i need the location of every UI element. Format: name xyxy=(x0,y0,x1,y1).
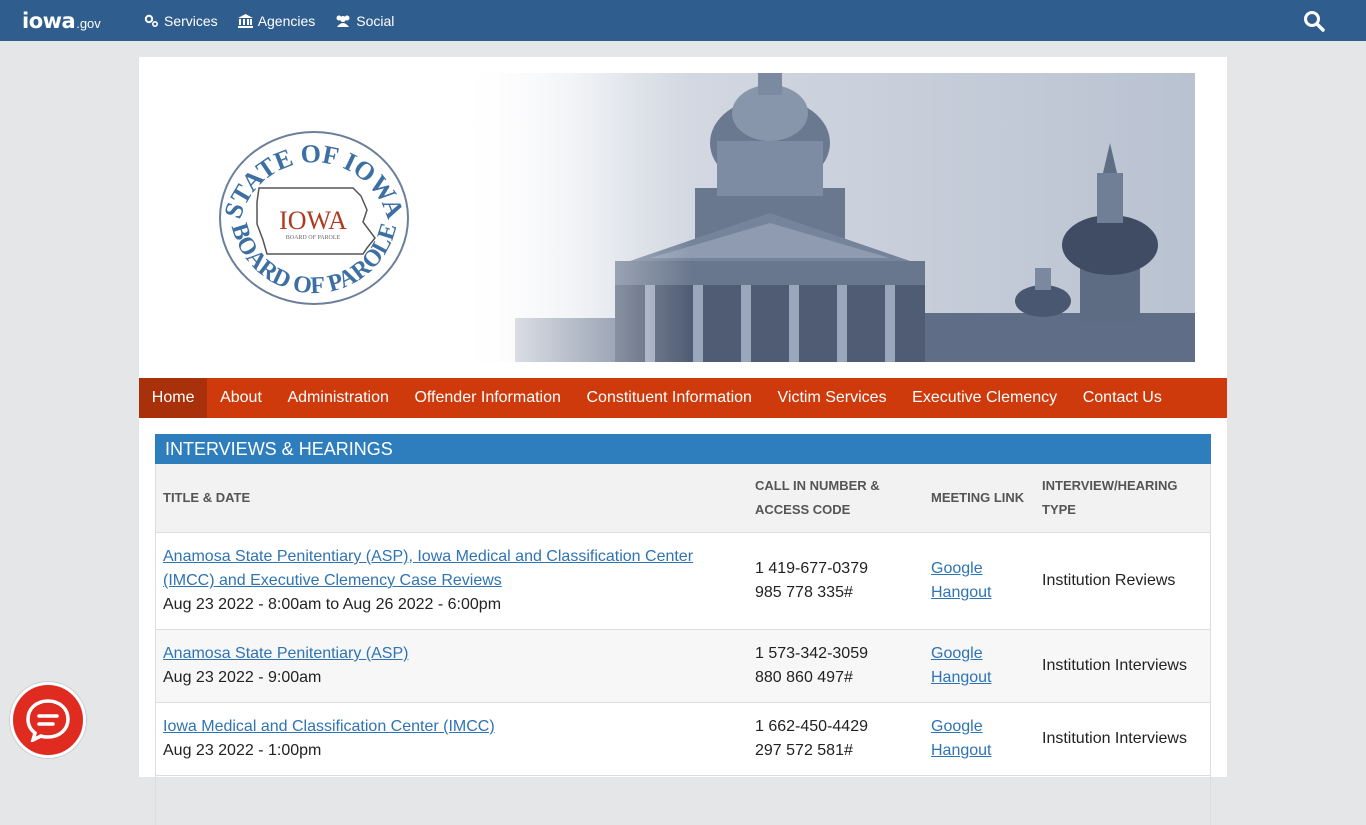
meeting-link[interactable]: Google Hangout xyxy=(931,718,992,759)
access-code: 297 572 581# xyxy=(755,742,853,759)
chat-icon xyxy=(26,699,70,742)
cell-call-in: 1 419-677-0379 985 778 335# xyxy=(747,532,923,630)
seal-center-text: IOWA xyxy=(279,206,347,235)
hearing-title-link[interactable]: Anamosa State Penitentiary (ASP), Iowa M… xyxy=(163,548,693,589)
section-title: INTERVIEWS & HEARINGS xyxy=(155,434,1211,464)
cell-meeting-link: Google Hangout xyxy=(923,532,1034,630)
call-in-number: 1 662-450-4429 xyxy=(755,718,868,735)
content-card: STATE OF IOWA BOARD OF PAROLE IOWA BOARD… xyxy=(139,57,1227,825)
iowa-gov-logo[interactable]: iowa .gov xyxy=(22,5,101,37)
top-nav-services-label: Services xyxy=(164,12,218,29)
table-row: Anamosa State Penitentiary (ASP), Iowa M… xyxy=(155,532,1211,630)
hearing-type: Institution Interviews xyxy=(1034,629,1211,703)
search-icon[interactable] xyxy=(1303,10,1325,32)
top-nav-agencies[interactable]: Agencies xyxy=(237,12,316,29)
call-in-number: 1 419-677-0379 xyxy=(755,560,868,577)
capitol-building-image xyxy=(455,73,1195,362)
cell-title-date: Anamosa State Penitentiary (ASP) Aug 23 … xyxy=(155,629,747,703)
hearing-date: Aug 23 2022 - 1:00pm xyxy=(163,742,322,759)
hearing-date: Aug 23 2022 - 9:00am xyxy=(163,669,322,686)
column-header-type: INTERVIEW/HEARING TYPE xyxy=(1034,464,1211,533)
access-code: 880 860 497# xyxy=(755,669,853,686)
nav-constituent-information[interactable]: Constituent Information xyxy=(574,378,765,418)
top-bar: iowa .gov Services Agencies Social xyxy=(0,0,1366,41)
nav-victim-services[interactable]: Victim Services xyxy=(765,378,900,418)
meeting-link[interactable]: Google Hangout xyxy=(931,560,992,601)
top-nav-social[interactable]: Social xyxy=(335,13,394,29)
hearings-table: TITLE & DATE CALL IN NUMBER & ACCESS COD… xyxy=(155,464,1211,776)
nav-about[interactable]: About xyxy=(207,378,274,418)
table-row: Iowa Medical and Classification Center (… xyxy=(155,702,1211,776)
header-banner: STATE OF IOWA BOARD OF PAROLE IOWA BOARD… xyxy=(155,73,1195,362)
meeting-link[interactable]: Google Hangout xyxy=(931,645,992,686)
column-header-title-date: TITLE & DATE xyxy=(155,464,747,533)
cell-call-in: 1 573-342-3059 880 860 497# xyxy=(747,629,923,703)
hearing-date: Aug 23 2022 - 8:00am to Aug 26 2022 - 6:… xyxy=(163,596,502,613)
cell-meeting-link: Google Hangout xyxy=(923,702,1034,776)
nav-administration[interactable]: Administration xyxy=(275,378,402,418)
building-icon xyxy=(237,13,253,28)
cell-meeting-link: Google Hangout xyxy=(923,629,1034,703)
gears-icon xyxy=(144,14,159,27)
nav-executive-clemency[interactable]: Executive Clemency xyxy=(899,378,1070,418)
table-header-row: TITLE & DATE CALL IN NUMBER & ACCESS COD… xyxy=(155,464,1211,533)
nav-offender-information[interactable]: Offender Information xyxy=(402,378,574,418)
main-nav: Home About Administration Offender Infor… xyxy=(139,378,1227,418)
top-nav: Services Agencies Social xyxy=(144,0,414,41)
call-in-number: 1 573-342-3059 xyxy=(755,645,868,662)
top-nav-social-label: Social xyxy=(356,12,395,29)
cell-title-date: Iowa Medical and Classification Center (… xyxy=(155,702,747,776)
hearing-title-link[interactable]: Iowa Medical and Classification Center (… xyxy=(163,718,495,735)
hearing-type: Institution Reviews xyxy=(1034,532,1211,630)
nav-contact-us[interactable]: Contact Us xyxy=(1070,378,1175,418)
top-nav-services[interactable]: Services xyxy=(144,13,218,29)
hearing-type: Institution Interviews xyxy=(1034,702,1211,776)
top-nav-agencies-label: Agencies xyxy=(257,12,316,29)
seal-small-text: BOARD OF PAROLE xyxy=(286,235,341,241)
table-row: Anamosa State Penitentiary (ASP) Aug 23 … xyxy=(155,629,1211,703)
cell-call-in: 1 662-450-4429 297 572 581# xyxy=(747,702,923,776)
chat-button[interactable] xyxy=(10,682,86,758)
access-code: 985 778 335# xyxy=(755,584,853,601)
logo-word: iowa xyxy=(22,9,76,33)
column-header-meeting-link: MEETING LINK xyxy=(923,464,1034,533)
nav-home[interactable]: Home xyxy=(139,378,208,418)
users-icon xyxy=(336,15,350,27)
column-header-call-in: CALL IN NUMBER & ACCESS CODE xyxy=(747,464,923,533)
logo-gov: .gov xyxy=(76,15,101,31)
cell-title-date: Anamosa State Penitentiary (ASP), Iowa M… xyxy=(155,532,747,630)
board-of-parole-seal[interactable]: STATE OF IOWA BOARD OF PAROLE IOWA BOARD… xyxy=(217,130,411,306)
hearing-title-link[interactable]: Anamosa State Penitentiary (ASP) xyxy=(163,645,408,662)
